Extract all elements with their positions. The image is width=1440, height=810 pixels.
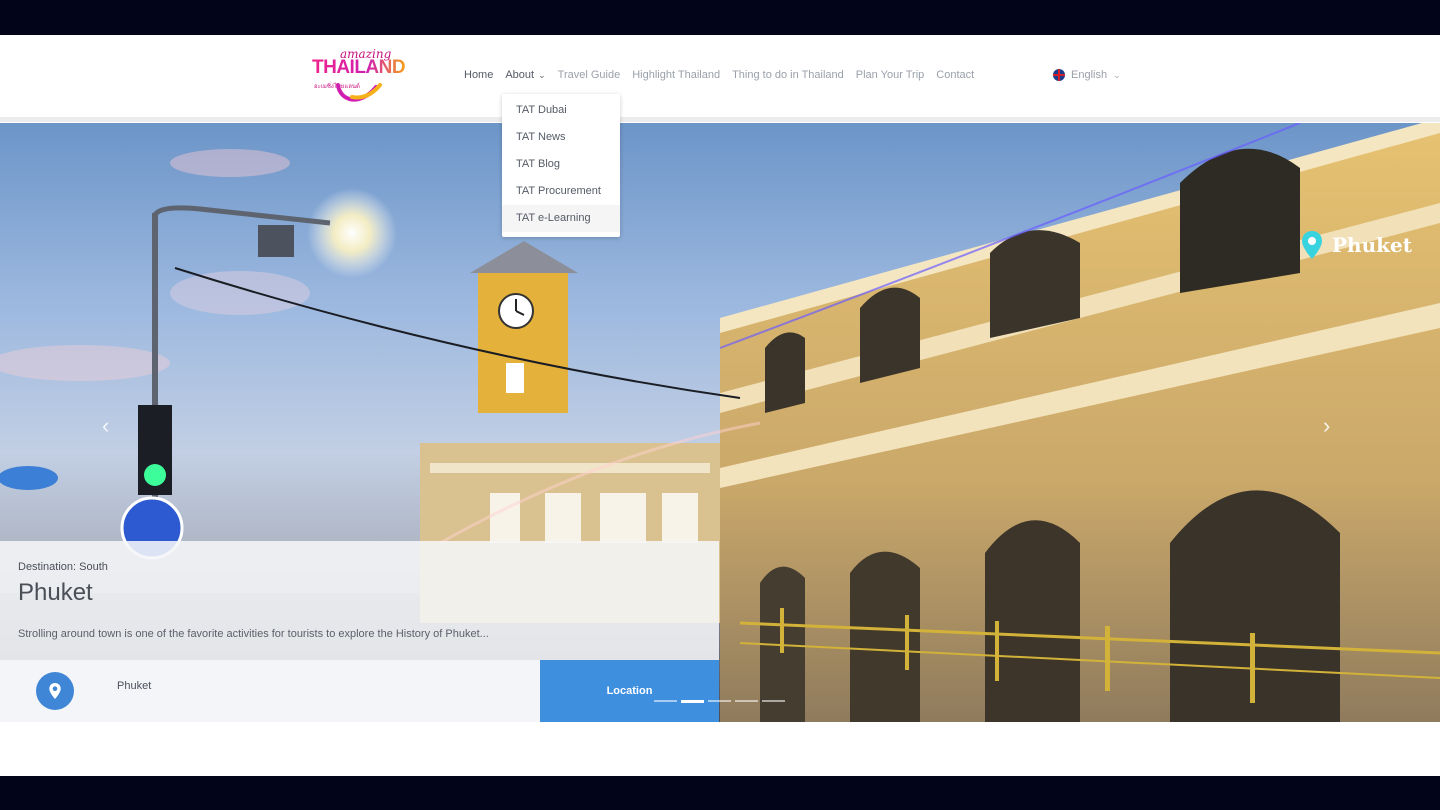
dropdown-item-tat-procurement[interactable]: TAT Procurement bbox=[502, 178, 620, 205]
nav-contact[interactable]: Contact bbox=[936, 69, 974, 81]
about-dropdown-menu: TAT Dubai TAT News TAT Blog TAT Procurem… bbox=[502, 94, 620, 237]
slide-indicators bbox=[654, 700, 785, 703]
dropdown-item-tat-blog[interactable]: TAT Blog bbox=[502, 151, 620, 178]
prev-slide-button[interactable]: ‹ bbox=[102, 413, 109, 439]
slide-indicator[interactable] bbox=[708, 700, 731, 702]
pin-location-name: Phuket bbox=[1332, 233, 1412, 257]
dropdown-item-tat-e-learning[interactable]: TAT e-Learning bbox=[502, 205, 620, 232]
language-selector[interactable]: English ⌄ bbox=[1053, 69, 1121, 81]
amazing-thailand-logo[interactable]: amazing THAILAND อะเมซิ่งไทยแลนด์ bbox=[312, 47, 416, 107]
dropdown-item-tat-news[interactable]: TAT News bbox=[502, 124, 620, 151]
map-pin-icon bbox=[49, 683, 61, 699]
slide-caption: Destination: South Phuket Strolling arou… bbox=[0, 541, 719, 660]
destination-label: Destination: South bbox=[18, 561, 108, 573]
top-frame-bar bbox=[0, 0, 1440, 35]
location-name: Phuket bbox=[117, 680, 152, 692]
logo-big-text: THAILAND bbox=[312, 57, 406, 78]
slide-description: Strolling around town is one of the favo… bbox=[18, 628, 489, 640]
site-header: amazing THAILAND อะเมซิ่งไทยแลนด์ Home A… bbox=[0, 35, 1440, 122]
nav-travel-guide[interactable]: Travel Guide bbox=[558, 69, 621, 81]
nav-about-label: About bbox=[505, 69, 535, 81]
slide-indicator-active[interactable] bbox=[681, 700, 704, 703]
slide-indicator[interactable] bbox=[654, 700, 677, 702]
slide-indicator[interactable] bbox=[762, 700, 785, 702]
slide-indicator[interactable] bbox=[735, 700, 758, 702]
chevron-down-icon: ⌄ bbox=[538, 70, 546, 80]
uk-flag-icon bbox=[1053, 69, 1065, 81]
logo-swoosh-icon bbox=[336, 83, 382, 102]
dropdown-item-tat-dubai[interactable]: TAT Dubai bbox=[502, 97, 620, 124]
website-page: amazing THAILAND อะเมซิ่งไทยแลนด์ Home A… bbox=[0, 35, 1440, 776]
map-pin-icon bbox=[1302, 231, 1322, 259]
slide-title: Phuket bbox=[18, 579, 93, 606]
nav-plan-your-trip[interactable]: Plan Your Trip bbox=[856, 69, 925, 81]
bottom-frame-bar bbox=[0, 776, 1440, 810]
location-pin-button[interactable] bbox=[36, 672, 74, 710]
nav-about[interactable]: About ⌄ bbox=[505, 69, 545, 81]
chevron-down-icon: ⌄ bbox=[1113, 69, 1121, 80]
hero-slider: Phuket ‹ › Destination: South Phuket Str… bbox=[0, 123, 1440, 722]
main-nav: Home About ⌄ Travel Guide Highlight Thail… bbox=[464, 69, 974, 81]
location-pin-label: Phuket bbox=[1302, 231, 1412, 259]
language-label: English bbox=[1071, 69, 1108, 81]
location-info-bar: Phuket bbox=[0, 660, 540, 722]
nav-thing-to-do[interactable]: Thing to do in Thailand bbox=[732, 69, 844, 81]
nav-home[interactable]: Home bbox=[464, 69, 493, 81]
nav-highlight-thailand[interactable]: Highlight Thailand bbox=[632, 69, 720, 81]
location-button[interactable]: Location bbox=[540, 660, 719, 722]
next-slide-button[interactable]: › bbox=[1323, 413, 1330, 439]
